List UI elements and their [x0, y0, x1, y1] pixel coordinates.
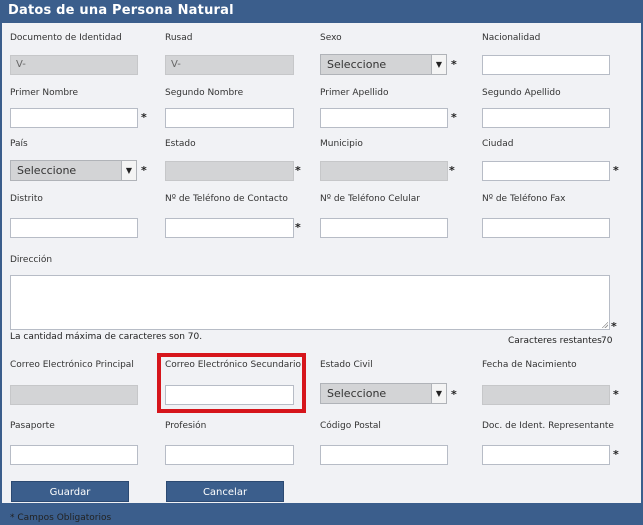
distrito-label: Distrito — [10, 194, 43, 204]
resize-grip-icon[interactable] — [600, 320, 608, 328]
estado-civil-select-value: Seleccione — [327, 387, 387, 400]
doc-representante-field[interactable] — [482, 445, 610, 465]
required-fields-note: * Campos Obligatorios — [10, 513, 112, 523]
chevron-down-icon[interactable]: ▼ — [431, 384, 446, 403]
fecha-nacimiento-label: Fecha de Nacimiento — [482, 360, 577, 370]
required-mark: * — [451, 111, 457, 124]
codigo-postal-label: Código Postal — [320, 421, 381, 431]
ciudad-field[interactable] — [482, 161, 610, 181]
required-mark: * — [451, 58, 457, 71]
chars-remaining-count: 70 — [601, 336, 613, 346]
chevron-down-icon[interactable]: ▼ — [431, 55, 446, 74]
pais-select-value: Seleccione — [17, 164, 77, 177]
tel-fax-field[interactable] — [482, 218, 610, 238]
pais-label: País — [10, 139, 28, 149]
municipio-field — [320, 161, 448, 181]
profesion-field[interactable] — [165, 445, 294, 465]
tel-celular-label: Nº de Teléfono Celular — [320, 194, 420, 204]
sexo-label: Sexo — [320, 33, 342, 43]
pasaporte-field[interactable] — [10, 445, 138, 465]
sexo-select[interactable]: Seleccione ▼ — [320, 54, 447, 75]
direccion-max-note: La cantidad máxima de caracteres son 70. — [10, 332, 203, 342]
required-mark: * — [451, 388, 457, 401]
profesion-label: Profesión — [165, 421, 207, 431]
required-mark: * — [613, 164, 619, 177]
correo-principal-label: Correo Electrónico Principal — [10, 360, 134, 370]
rusad-field: V- — [165, 55, 294, 75]
doc-representante-label: Doc. de Ident. Representante — [482, 421, 614, 431]
tel-contacto-label: Nº de Teléfono de Contacto — [165, 194, 288, 204]
chevron-down-icon[interactable]: ▼ — [121, 161, 136, 180]
required-mark: * — [295, 164, 301, 177]
ciudad-label: Ciudad — [482, 139, 514, 149]
estado-field — [165, 161, 294, 181]
form-title: Datos de una Persona Natural — [0, 0, 643, 23]
rusad-label: Rusad — [165, 33, 193, 43]
estado-civil-select[interactable]: Seleccione ▼ — [320, 383, 447, 404]
primer-apellido-label: Primer Apellido — [320, 88, 389, 98]
required-mark: * — [449, 164, 455, 177]
municipio-label: Municipio — [320, 139, 363, 149]
nacionalidad-label: Nacionalidad — [482, 33, 541, 43]
direccion-textarea[interactable] — [10, 275, 610, 330]
required-mark: * — [141, 164, 147, 177]
segundo-nombre-field[interactable] — [165, 108, 294, 128]
estado-civil-label: Estado Civil — [320, 360, 373, 370]
documento-field: V- — [10, 55, 138, 75]
required-mark: * — [613, 448, 619, 461]
segundo-apellido-label: Segundo Apellido — [482, 88, 561, 98]
estado-label: Estado — [165, 139, 196, 149]
segundo-apellido-field[interactable] — [482, 108, 610, 128]
tel-fax-label: Nº de Teléfono Fax — [482, 194, 566, 204]
primer-apellido-field[interactable] — [320, 108, 448, 128]
primer-nombre-field[interactable] — [10, 108, 138, 128]
fecha-nacimiento-field — [482, 385, 610, 405]
sexo-select-value: Seleccione — [327, 58, 387, 71]
tel-contacto-field[interactable] — [165, 218, 294, 238]
segundo-nombre-label: Segundo Nombre — [165, 88, 244, 98]
required-mark: * — [611, 320, 617, 333]
cancelar-button[interactable]: Cancelar — [166, 481, 284, 502]
correo-secundario-label: Correo Electrónico Secundario — [165, 360, 302, 370]
documento-label: Documento de Identidad — [10, 33, 122, 43]
pasaporte-label: Pasaporte — [10, 421, 55, 431]
distrito-field[interactable] — [10, 218, 138, 238]
required-mark: * — [141, 111, 147, 124]
tel-celular-field[interactable] — [320, 218, 448, 238]
primer-nombre-label: Primer Nombre — [10, 88, 79, 98]
chars-remaining-label: Caracteres restantes — [508, 336, 602, 346]
direccion-label: Dirección — [10, 255, 53, 265]
codigo-postal-field[interactable] — [320, 445, 448, 465]
correo-secundario-field[interactable] — [165, 385, 294, 405]
nacionalidad-field[interactable] — [482, 55, 610, 75]
required-mark: * — [295, 221, 301, 234]
pais-select[interactable]: Seleccione ▼ — [10, 160, 137, 181]
guardar-button[interactable]: Guardar — [11, 481, 129, 502]
required-mark: * — [613, 388, 619, 401]
correo-principal-field — [10, 385, 138, 405]
